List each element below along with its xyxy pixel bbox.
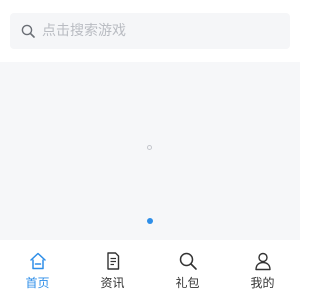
tab-gift[interactable]: 礼包 bbox=[150, 240, 225, 300]
tab-news-label: 资讯 bbox=[100, 276, 125, 290]
header: 点击搜索游戏 bbox=[0, 0, 300, 62]
home-icon bbox=[27, 250, 49, 272]
loading-indicator bbox=[147, 145, 152, 150]
tab-me-label: 我的 bbox=[250, 276, 275, 290]
search-icon bbox=[20, 23, 36, 39]
tab-home-label: 首页 bbox=[25, 276, 50, 290]
banner-pagination bbox=[0, 218, 300, 224]
search-bar[interactable]: 点击搜索游戏 bbox=[10, 13, 290, 49]
banner-area[interactable] bbox=[0, 62, 300, 240]
user-icon bbox=[252, 250, 274, 272]
search-icon bbox=[177, 250, 199, 272]
bottom-tab-bar: 首页 资讯 礼包 我的 bbox=[0, 240, 300, 300]
tab-news[interactable]: 资讯 bbox=[75, 240, 150, 300]
app-screen: 点击搜索游戏 首页 资讯 礼包 我的 bbox=[0, 0, 300, 300]
document-icon bbox=[102, 250, 124, 272]
search-placeholder: 点击搜索游戏 bbox=[42, 23, 126, 39]
tab-home[interactable]: 首页 bbox=[0, 240, 75, 300]
tab-gift-label: 礼包 bbox=[175, 276, 200, 290]
banner-dot-active[interactable] bbox=[147, 218, 153, 224]
tab-me[interactable]: 我的 bbox=[225, 240, 300, 300]
